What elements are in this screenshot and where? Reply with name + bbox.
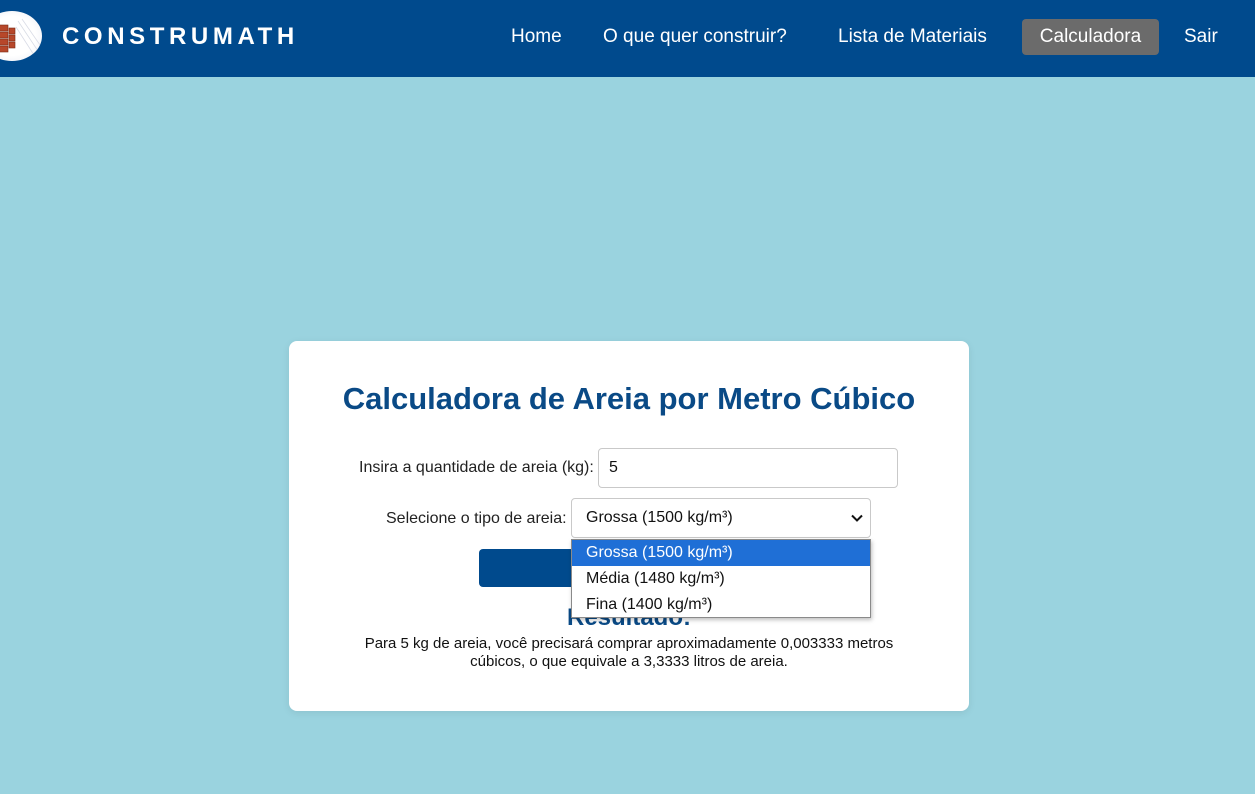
sand-type-select[interactable]: Grossa (1500 kg/m³) — [571, 498, 871, 538]
sand-type-label: Selecione o tipo de areia: — [386, 510, 567, 527]
nav-calculadora[interactable]: Calculadora — [1022, 19, 1159, 55]
quantity-label: Insira a quantidade de areia (kg): — [359, 459, 594, 476]
sand-type-option-media[interactable]: Média (1480 kg/m³) — [572, 566, 870, 592]
sand-type-option-grossa[interactable]: Grossa (1500 kg/m³) — [572, 540, 870, 566]
nav-lista-de-materiais[interactable]: Lista de Materiais — [823, 19, 1002, 55]
sand-type-selected-value: Grossa (1500 kg/m³) — [586, 509, 733, 526]
page-title: Calculadora de Areia por Metro Cúbico — [342, 381, 916, 416]
nav-sair[interactable]: Sair — [1169, 19, 1233, 55]
nav-o-que-quer-construir[interactable]: O que quer construir? — [588, 19, 802, 55]
result-text: Para 5 kg de areia, você precisará compr… — [364, 635, 894, 670]
quantity-value: 5 — [609, 459, 618, 476]
brand-name[interactable]: CONSTRUMATH — [62, 24, 299, 50]
nav-home[interactable]: Home — [496, 19, 577, 55]
chevron-down-icon — [851, 514, 863, 522]
sand-type-option-fina[interactable]: Fina (1400 kg/m³) — [572, 592, 870, 618]
sand-type-dropdown-list: Grossa (1500 kg/m³) Média (1480 kg/m³) F… — [571, 539, 871, 618]
top-navbar: CONSTRUMATH Home O que quer construir? L… — [0, 0, 1255, 77]
calculator-card: Calculadora de Areia por Metro Cúbico In… — [289, 341, 969, 711]
brick-logo-icon[interactable] — [0, 11, 42, 61]
quantity-input[interactable]: 5 — [598, 448, 898, 488]
